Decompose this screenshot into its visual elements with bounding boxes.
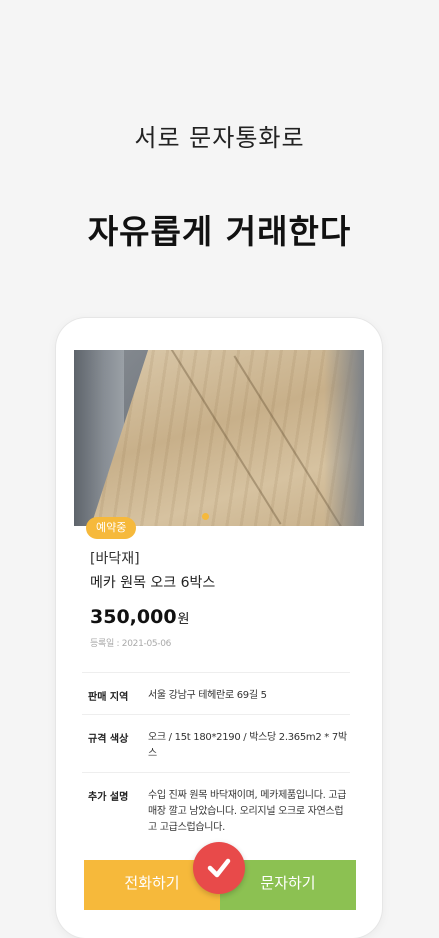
detail-value: 오크 / 15t 180*2190 / 박스당 2.365m2 * 7박스	[148, 732, 347, 759]
promo-subtitle: 서로 문자통화로	[134, 124, 305, 152]
check-icon	[207, 858, 231, 878]
status-badge: 예약중	[86, 517, 137, 539]
detail-label: 판매 지역	[88, 692, 129, 703]
photo-shadow	[324, 350, 364, 526]
registered-date: 등록일 : 2021-05-06	[90, 639, 172, 649]
listing-info: [바닥재] 메카 원목 오크 6박스 350,000원 등록일 : 2021-0…	[90, 548, 352, 649]
detail-label: 규격 색상	[88, 734, 129, 745]
listing-title: 메카 원목 오크 6박스	[90, 575, 216, 591]
listing-screen: 예약중 [바닥재] 메카 원목 오크 6박스 350,000원 등록일 : 20…	[74, 350, 364, 910]
carousel-indicator[interactable]	[202, 513, 209, 520]
product-photo[interactable]	[74, 350, 364, 526]
listing-price: 350,000원	[90, 606, 352, 628]
divider	[82, 772, 350, 773]
detail-value: 수입 진짜 원목 바닥재이며, 메카제품입니다. 고급매장 깔고 남았습니다. …	[148, 790, 347, 833]
divider	[82, 714, 350, 715]
check-badge	[193, 842, 245, 894]
detail-value: 서울 강남구 테헤란로 69길 5	[148, 690, 267, 701]
listing-category: [바닥재]	[90, 551, 140, 567]
price-unit: 원	[177, 612, 190, 627]
divider	[82, 672, 350, 673]
price-value: 350,000	[90, 606, 177, 628]
detail-label: 추가 설명	[88, 792, 129, 803]
promo-headline: 자유롭게 거래한다	[87, 212, 352, 251]
